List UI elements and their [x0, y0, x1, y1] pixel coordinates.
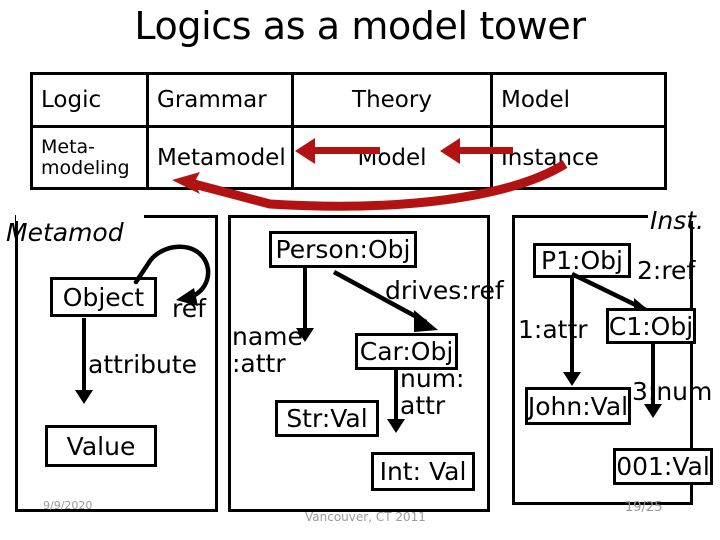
- logic-tower-table: Logic Grammar Theory Model Meta- modelin…: [30, 72, 667, 190]
- edge-label-drives-ref: drives:ref: [385, 276, 504, 305]
- arrow-car-to-int-shaft: [394, 370, 398, 421]
- red-arrow-instance-to-model-shaft: [460, 147, 513, 154]
- table-cell-theory: Theory: [291, 75, 490, 125]
- table-cell-model: Model: [490, 75, 664, 125]
- arrow-person-to-str-shaft: [303, 268, 307, 330]
- node-str-val: Str:Val: [275, 400, 379, 437]
- edge-label-1-attr: 1:attr: [518, 315, 588, 344]
- red-arrow-instance-to-model-head: [440, 138, 460, 164]
- arrow-car-to-int-head: [387, 419, 405, 433]
- table-cell-instance: Instance: [490, 128, 664, 187]
- edge-label-num-attr: num: attr: [400, 364, 465, 420]
- node-value: Value: [45, 425, 157, 467]
- edge-label-ref: ref: [172, 294, 206, 323]
- node-john-val: John:Val: [525, 387, 631, 425]
- table-cell-grammar: Grammar: [146, 75, 291, 125]
- table-cell-metamodeling: Meta- modeling: [33, 128, 146, 187]
- arrow-p1-to-john-head: [563, 372, 581, 386]
- arrow-object-to-value-head: [75, 390, 93, 404]
- slide-canvas: Logics as a model tower Logic Grammar Th…: [0, 0, 720, 540]
- footer-date: 9/9/2020: [43, 499, 93, 512]
- table-row: Meta- modeling Metamodel Model Instance: [33, 128, 664, 187]
- node-int-val: Int: Val: [371, 452, 475, 491]
- edge-label-name-attr: name :attr: [232, 322, 303, 378]
- table-row: Logic Grammar Theory Model: [33, 75, 664, 128]
- page-title: Logics as a model tower: [134, 4, 586, 48]
- footer-venue: Vancouver, CT 2011: [305, 510, 426, 524]
- node-person-obj: Person:Obj: [269, 231, 417, 268]
- panel-label-instance: Inst.: [650, 206, 704, 235]
- edge-label-3-num: 3:num: [632, 377, 713, 406]
- metamodeling-line-1: Meta-: [41, 135, 96, 158]
- panel-label-metamodel: Metamod: [6, 218, 124, 247]
- metamodeling-line-2: modeling: [41, 156, 130, 179]
- table-cell-model-instance-source: Model: [291, 128, 490, 187]
- table-cell-metamodel: Metamodel: [146, 128, 291, 187]
- arrow-c1-to-001-head: [644, 404, 662, 418]
- node-c1-obj: C1:Obj: [606, 308, 696, 344]
- arrow-object-to-value-shaft: [82, 318, 86, 392]
- node-001-val: 001:Val: [613, 448, 713, 485]
- edge-label-attribute: attribute: [88, 350, 198, 379]
- footer-page-number: 19/25: [625, 500, 663, 515]
- red-arrow-model-to-metamodel-head: [295, 138, 315, 164]
- table-cell-logic: Logic: [41, 87, 102, 113]
- red-arrow-model-to-metamodel-shaft: [315, 147, 380, 154]
- edge-label-2-ref: 2:ref: [637, 256, 696, 285]
